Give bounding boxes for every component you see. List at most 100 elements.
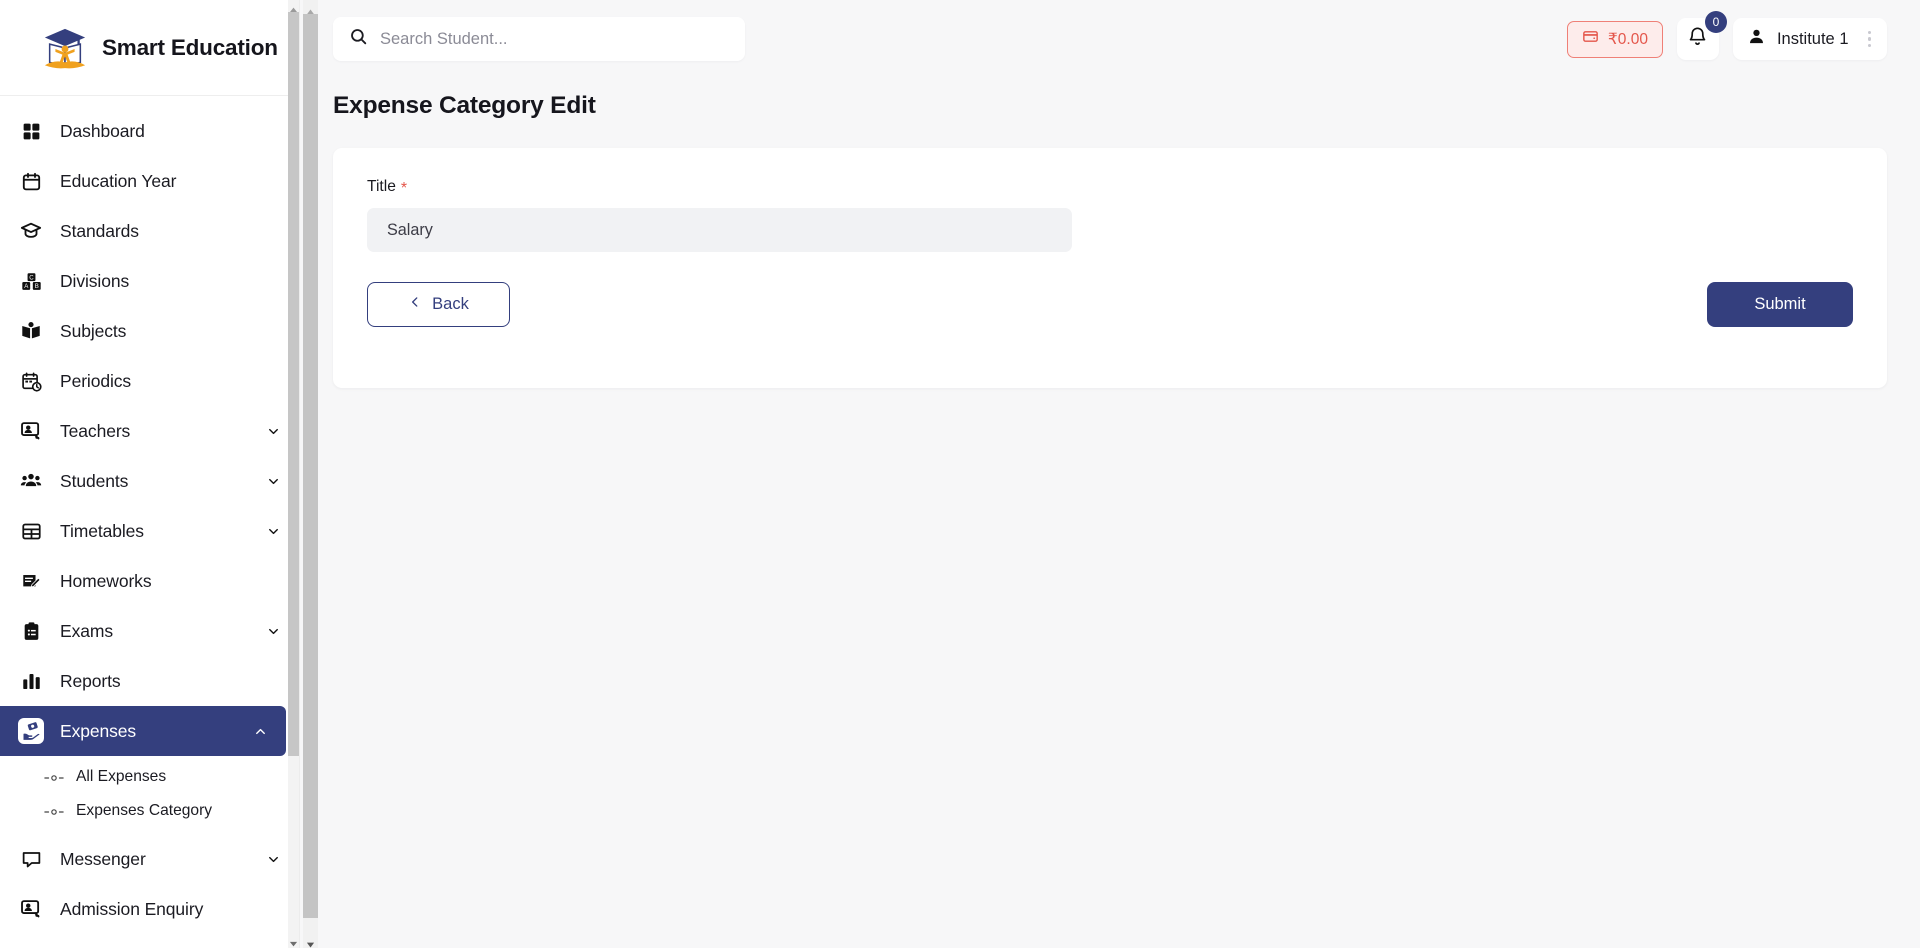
main-content: ₹0.00 0 Institute 1 Expense Ca [300,0,1920,948]
sidebar-item-label: Reports [60,670,121,691]
sidebar-item-label: Dashboard [60,120,145,141]
notifications-button[interactable]: 0 [1676,11,1727,60]
sidebar-item-label: Messenger [60,848,146,869]
bar-chart-icon [18,668,44,694]
sidebar-item-label: Divisions [60,270,130,291]
sidebar-item-reports[interactable]: Reports [0,656,299,706]
wallet-amount: ₹0.00 [1607,30,1648,48]
title-label-text: Title [367,178,396,195]
search-icon [349,27,368,51]
chevron-left-icon [408,295,422,314]
form-actions: Back Submit [367,282,1853,327]
scroll-down-arrow-icon[interactable] [289,936,298,947]
presentation-user-icon [18,896,44,922]
sidebar-item-teachers[interactable]: Teachers [0,406,299,456]
dash-circle-dash-icon [44,771,64,783]
sidebar: Smart Education Dashboard Education Year [0,0,300,948]
sidebar-item-subjects[interactable]: Subjects [0,306,299,356]
presentation-user-icon [18,418,44,444]
chevron-down-icon[interactable] [265,423,281,439]
required-marker: * [400,180,408,197]
submit-button[interactable]: Submit [1707,282,1853,327]
topbar: ₹0.00 0 Institute 1 [300,0,1920,78]
chevron-down-icon[interactable] [265,623,281,639]
svg-text:C: C [29,274,34,281]
sidebar-subitem-all-expenses[interactable]: All Expenses [0,760,299,794]
sidebar-item-homeworks[interactable]: Homeworks [0,556,299,606]
sidebar-item-education-year[interactable]: Education Year [0,156,299,206]
bell-icon [1687,26,1708,52]
table-grid-icon [18,518,44,544]
sidebar-item-timetables[interactable]: Timetables [0,506,299,556]
sidebar-subitem-expenses-category[interactable]: Expenses Category [0,794,299,828]
graduation-cap-icon [18,218,44,244]
sidebar-item-label: Admission Enquiry [60,898,204,919]
open-book-icon [18,318,44,344]
sidebar-item-exams[interactable]: Exams [0,606,299,656]
user-icon [1747,27,1766,51]
brand-header[interactable]: Smart Education [0,0,299,96]
sidebar-scrollbar-track[interactable] [288,0,299,948]
title-field-label: Title * [367,178,1853,197]
kebab-vertical-icon[interactable] [1860,30,1880,48]
dash-circle-dash-icon [44,805,64,817]
expenses-submenu: All Expenses Expenses Category [0,756,299,834]
sidebar-item-label: Homeworks [60,570,152,591]
chevron-up-icon[interactable] [252,723,268,739]
sidebar-item-label: Education Year [60,170,177,191]
sidebar-item-label: Teachers [60,420,131,441]
title-input[interactable] [367,208,1072,252]
users-group-icon [18,468,44,494]
back-button[interactable]: Back [367,282,510,327]
sidebar-item-expenses[interactable]: Expenses [0,706,286,756]
sidebar-subitem-label: Expenses Category [76,802,213,819]
sidebar-item-dashboard[interactable]: Dashboard [0,106,299,156]
scroll-up-arrow-icon[interactable] [306,3,315,15]
back-button-label: Back [432,295,469,313]
brand-name: Smart Education [102,34,278,60]
grid-squares-icon [18,118,44,144]
wallet-icon [1582,28,1599,50]
document-pencil-icon [18,568,44,594]
page-scrollbar-track[interactable] [303,0,318,948]
sidebar-item-divisions[interactable]: CAB Divisions [0,256,299,306]
sidebar-item-label: Periodics [60,370,132,391]
chevron-down-icon[interactable] [265,523,281,539]
search-box[interactable] [333,17,745,61]
sidebar-item-label: Timetables [60,520,144,541]
sidebar-item-label: Exams [60,620,113,641]
notification-count-badge: 0 [1704,11,1727,33]
profile-name: Institute 1 [1776,29,1849,48]
svg-text:B: B [34,283,38,290]
wallet-balance-button[interactable]: ₹0.00 [1566,20,1663,58]
blocks-abc-icon: CAB [18,268,44,294]
app-root: Smart Education Dashboard Education Year [0,0,1920,948]
graduation-cap-book-logo-icon [42,25,88,71]
chat-bubble-icon [18,846,44,872]
sidebar-item-label: Subjects [60,320,127,341]
calendar-icon [18,168,44,194]
scroll-up-arrow-icon[interactable] [289,2,298,13]
sidebar-subitem-label: All Expenses [76,768,167,785]
expense-category-form-card: Title * Back Submit [333,148,1887,388]
sidebar-item-label: Standards [60,220,139,241]
sidebar-item-admission-enquiry[interactable]: Admission Enquiry [0,884,299,934]
topbar-actions: ₹0.00 0 Institute 1 [1566,11,1902,60]
hand-money-icon [18,718,44,744]
chevron-down-icon[interactable] [265,851,281,867]
clipboard-list-icon [18,618,44,644]
sidebar-item-standards[interactable]: Standards [0,206,299,256]
chevron-down-icon[interactable] [265,473,281,489]
profile-menu[interactable]: Institute 1 [1732,18,1887,60]
sidebar-item-label: Students [60,470,129,491]
calendar-clock-icon [18,368,44,394]
sidebar-item-label: Expenses [60,720,137,741]
page-scrollbar-thumb[interactable] [303,14,318,918]
search-input[interactable] [380,29,729,49]
sidebar-item-messenger[interactable]: Messenger [0,834,299,884]
scroll-down-arrow-icon[interactable] [306,936,315,948]
sidebar-item-students[interactable]: Students [0,456,299,506]
sidebar-item-periodics[interactable]: Periodics [0,356,299,406]
sidebar-scrollbar-thumb[interactable] [288,12,299,756]
sidebar-nav: Dashboard Education Year Standards CAB D… [0,96,299,934]
